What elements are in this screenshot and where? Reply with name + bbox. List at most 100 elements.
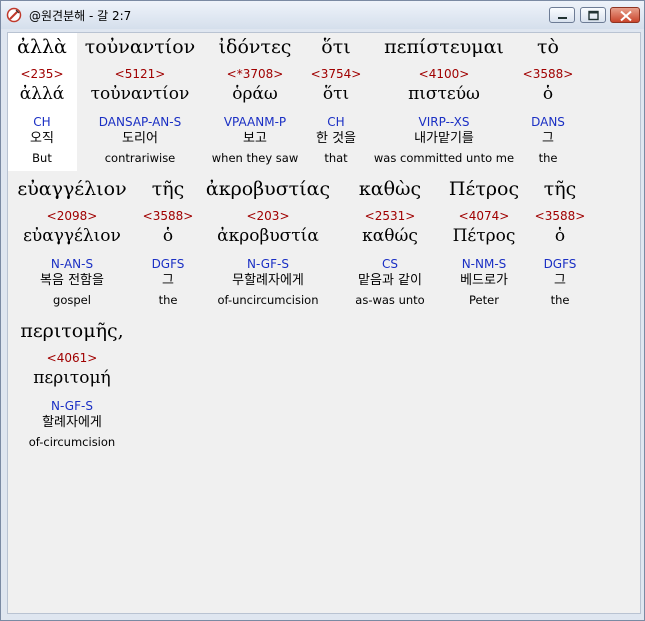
parsing-code: N-GF-S — [247, 257, 289, 271]
app-icon — [6, 7, 22, 23]
greek-word: καθὼς — [358, 178, 422, 200]
strong-number[interactable]: <3588> — [530, 209, 590, 223]
greek-word: ἀκροβυστίας — [205, 178, 331, 200]
greek-word: ὅτι — [321, 36, 351, 58]
english-gloss: that — [324, 151, 348, 165]
english-gloss: of-uncircumcision — [217, 293, 319, 307]
strong-number[interactable]: <235> — [10, 67, 74, 81]
korean-gloss: 한 것을 — [315, 131, 356, 146]
korean-gloss: 그 — [162, 273, 174, 288]
lemma: περιτομή — [33, 368, 111, 388]
english-gloss: when they saw — [211, 151, 299, 165]
english-gloss: as-was unto — [355, 293, 425, 307]
strong-number[interactable]: <2531> — [346, 209, 434, 223]
interlinear-panel[interactable]: ἀλλὰ <235> ἀλλά CH 오직 But τοὐναντίον <51… — [7, 32, 641, 614]
korean-gloss: 그 — [542, 131, 554, 146]
lemma: Πέτρος — [452, 226, 516, 246]
strong-number[interactable]: <4074> — [440, 209, 528, 223]
lemma: ἀλλά — [19, 84, 65, 104]
word-block[interactable]: ὅτι <3754> ὅτι CH 한 것을 that — [306, 35, 366, 167]
parsing-code: VIRP--XS — [418, 115, 470, 129]
word-block[interactable]: ἰδόντες <*3708> ὁράω VPAANM-P 보고 when th… — [206, 35, 304, 167]
english-gloss: contrariwise — [104, 151, 176, 165]
strong-number[interactable]: <4100> — [370, 67, 518, 81]
korean-gloss: 보고 — [243, 131, 267, 146]
window-title: @원견분해 - 갈 2:7 — [29, 9, 132, 23]
lemma: ὁ — [554, 226, 566, 246]
word-block[interactable]: τῆς <3588> ὁ DGFS 그 the — [138, 177, 198, 309]
word-block[interactable]: πεπίστευμαι <4100> πιστεύω VIRP--XS 내가맡기… — [370, 35, 518, 167]
strong-number[interactable]: <3588> — [138, 209, 198, 223]
word-block[interactable]: εὐαγγέλιον <2098> εὐαγγέλιον N-AN-S 복음 전… — [10, 177, 134, 309]
greek-word: πεπίστευμαι — [384, 36, 504, 58]
app-window: @원견분해 - 갈 2:7 ἀλλὰ <235> ἀλλά CH 오직 But … — [0, 0, 645, 621]
english-gloss: the — [550, 293, 570, 307]
strong-number[interactable]: <3754> — [306, 67, 366, 81]
greek-word: Πέτρος — [448, 178, 520, 200]
korean-gloss: 할례자에게 — [42, 415, 102, 430]
english-gloss: gospel — [53, 293, 91, 307]
minimize-icon — [558, 17, 567, 19]
greek-word: ἰδόντες — [218, 36, 292, 58]
strong-number[interactable]: <4061> — [10, 351, 134, 365]
greek-word: ἀλλὰ — [17, 36, 67, 58]
lemma: πιστεύω — [408, 84, 480, 104]
korean-gloss: 그 — [554, 273, 566, 288]
english-gloss: the — [158, 293, 178, 307]
english-gloss: But — [32, 151, 52, 165]
korean-gloss: 내가맡기를 — [414, 131, 474, 146]
greek-word: περιτομῆς, — [20, 320, 124, 342]
korean-gloss: 베드로가 — [460, 273, 508, 288]
korean-gloss: 맡음과 같이 — [358, 273, 422, 288]
word-block[interactable]: τὸ <3588> ὁ DANS 그 the — [520, 35, 576, 167]
lemma: ἀκροβυστία — [217, 226, 319, 246]
greek-word: τῆς — [151, 178, 185, 200]
strong-number[interactable]: <5121> — [78, 67, 202, 81]
maximize-button[interactable] — [580, 7, 606, 23]
korean-gloss: 복음 전함을 — [40, 273, 104, 288]
strong-number[interactable]: <*3708> — [206, 67, 304, 81]
lemma: καθώς — [362, 226, 418, 246]
lemma: εὐαγγέλιον — [23, 226, 121, 246]
parsing-code: CH — [33, 115, 51, 129]
greek-word: τοὐναντίον — [84, 36, 196, 58]
greek-word: τῆς — [543, 178, 577, 200]
word-block[interactable]: ἀλλὰ <235> ἀλλά CH 오직 But — [10, 35, 74, 167]
english-gloss: of-circumcision — [28, 435, 116, 449]
parsing-code: CS — [382, 257, 398, 271]
lemma: ὅτι — [322, 84, 350, 104]
lemma: ὁ — [162, 226, 174, 246]
word-block[interactable]: καθὼς <2531> καθώς CS 맡음과 같이 as-was unto — [346, 177, 434, 309]
word-block[interactable]: Πέτρος <4074> Πέτρος N-NM-S 베드로가 Peter — [440, 177, 528, 309]
maximize-icon — [588, 10, 599, 21]
parsing-code: N-GF-S — [51, 399, 93, 413]
parsing-code: N-AN-S — [50, 257, 94, 271]
korean-gloss: 도리어 — [122, 131, 158, 146]
close-icon — [620, 10, 632, 22]
word-block[interactable]: ἀκροβυστίας <203> ἀκροβυστία N-GF-S 무할례자… — [200, 177, 336, 309]
korean-gloss: 무할례자에게 — [232, 273, 304, 288]
parsing-code: DANS — [531, 115, 565, 129]
korean-gloss: 오직 — [30, 131, 54, 146]
parsing-code: DANSAP-AN-S — [98, 115, 182, 129]
lemma: τοὐναντίον — [90, 84, 190, 104]
greek-word: τὸ — [537, 36, 559, 58]
word-block[interactable]: τοὐναντίον <5121> τοὐναντίον DANSAP-AN-S… — [78, 35, 202, 167]
strong-number[interactable]: <2098> — [10, 209, 134, 223]
word-block[interactable]: τῆς <3588> ὁ DGFS 그 the — [530, 177, 590, 309]
parsing-code: VPAANM-P — [223, 115, 287, 129]
strong-number[interactable]: <203> — [200, 209, 336, 223]
lemma: ὁ — [542, 84, 554, 104]
close-button[interactable] — [610, 7, 640, 23]
minimize-button[interactable] — [549, 7, 575, 23]
parsing-code: DGFS — [543, 257, 577, 271]
title-bar[interactable]: @원견분해 - 갈 2:7 — [1, 1, 644, 29]
word-block[interactable]: περιτομῆς, <4061> περιτομή N-GF-S 할례자에게 … — [10, 319, 134, 451]
parsing-code: CH — [327, 115, 345, 129]
parsing-code: DGFS — [151, 257, 185, 271]
parsing-code: N-NM-S — [461, 257, 507, 271]
english-gloss: the — [538, 151, 558, 165]
lemma: ὁράω — [232, 84, 278, 104]
english-gloss: was committed unto me — [373, 151, 515, 165]
strong-number[interactable]: <3588> — [520, 67, 576, 81]
